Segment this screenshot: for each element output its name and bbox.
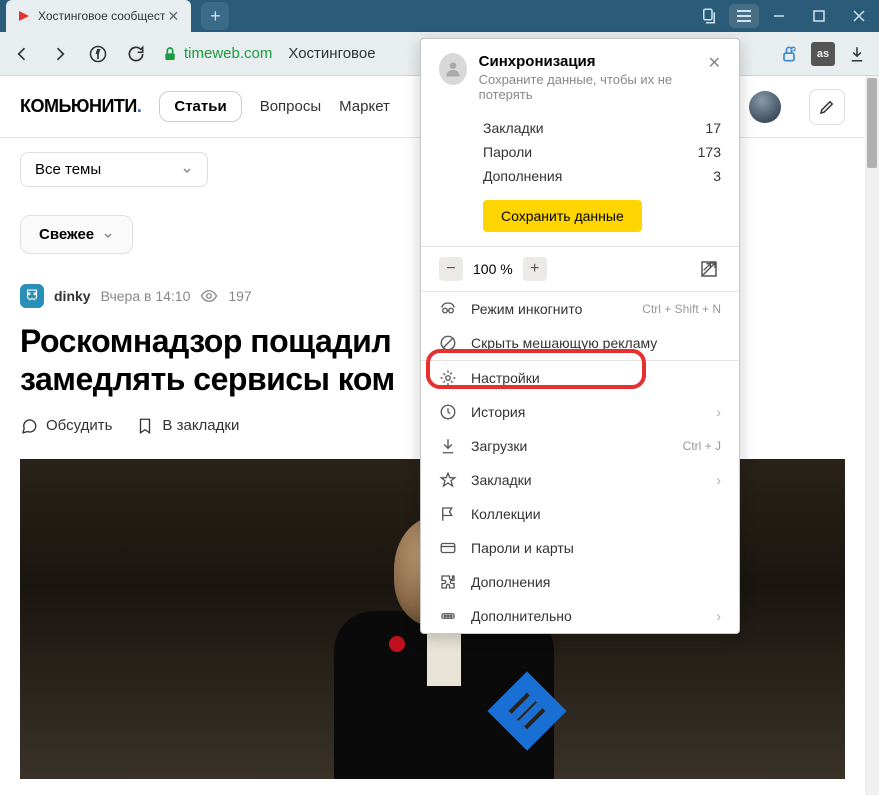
scrollbar-thumb[interactable] (867, 78, 877, 168)
menu-history[interactable]: История › (421, 395, 739, 429)
incognito-shortcut: Ctrl + Shift + N (642, 302, 721, 316)
sync-save-button[interactable]: Сохранить данные (483, 200, 642, 232)
browser-menu-button[interactable] (729, 4, 759, 28)
download-icon[interactable] (845, 42, 869, 66)
sync-passwords-label: Пароли (483, 144, 532, 160)
sync-addons-count: 3 (713, 168, 721, 184)
card-icon (439, 539, 457, 557)
browser-tab[interactable]: Хостинговое сообщест ✕ (6, 0, 191, 32)
menu-bookmarks[interactable]: Закладки › (421, 463, 739, 497)
zoom-out-button[interactable]: − (439, 257, 463, 281)
window-minimize[interactable] (759, 0, 799, 32)
tab-close-button[interactable]: ✕ (165, 8, 181, 24)
incognito-icon (439, 300, 457, 318)
comment-icon (20, 417, 38, 435)
sync-passwords-count: 173 (698, 144, 721, 160)
discuss-button[interactable]: Обсудить (20, 417, 112, 435)
fullscreen-button[interactable] (697, 257, 721, 281)
chevron-right-icon: › (716, 472, 721, 488)
download-icon (439, 437, 457, 455)
sync-avatar-icon (439, 53, 467, 85)
history-icon (439, 403, 457, 421)
lastfm-icon[interactable]: as (811, 42, 835, 66)
nav-back[interactable] (10, 42, 34, 66)
topic-filter-label: Все темы (35, 161, 101, 178)
bookmark-button[interactable]: В закладки (136, 417, 239, 435)
more-icon (439, 607, 457, 625)
sync-bookmarks-count: 17 (705, 120, 721, 136)
chevron-down-icon (181, 164, 193, 176)
browser-menu: Синхронизация Сохраните данные, чтобы их… (420, 38, 740, 634)
topic-filter[interactable]: Все темы (20, 152, 208, 187)
nav-yandex[interactable] (86, 42, 110, 66)
post-views: 197 (228, 288, 251, 304)
copy-link-button[interactable] (689, 0, 729, 32)
chevron-right-icon: › (716, 608, 721, 624)
menu-hide-ads[interactable]: Скрыть мешающую рекламу (421, 326, 739, 360)
post-author[interactable]: dinky (54, 288, 91, 304)
site-logo[interactable]: КОМЬЮНИТИ. (20, 96, 141, 117)
protect-icon[interactable] (777, 42, 801, 66)
window-maximize[interactable] (799, 0, 839, 32)
menu-incognito[interactable]: Режим инкогнито Ctrl + Shift + N (421, 292, 739, 326)
zoom-value: 100 % (473, 261, 513, 277)
scrollbar[interactable] (865, 76, 879, 795)
browser-titlebar: Хостинговое сообщест ✕ + (0, 0, 879, 32)
sync-subtitle: Сохраните данные, чтобы их не потерять (479, 72, 696, 102)
block-icon (439, 334, 457, 352)
chevron-down-icon (102, 229, 114, 241)
bookmark-icon (136, 417, 154, 435)
nav-reload[interactable] (124, 42, 148, 66)
menu-more[interactable]: Дополнительно › (421, 599, 739, 633)
url-page-title: Хостинговое (288, 45, 375, 62)
sync-close-button[interactable]: ✕ (708, 53, 721, 102)
puzzle-icon (439, 573, 457, 591)
views-icon (200, 287, 218, 305)
window-close[interactable] (839, 0, 879, 32)
post-author-avatar[interactable] (20, 284, 44, 308)
new-tab-button[interactable]: + (201, 2, 229, 30)
star-icon (439, 471, 457, 489)
lock-icon (162, 46, 178, 62)
nav-articles[interactable]: Статьи (159, 91, 241, 122)
post-time: Вчера в 14:10 (101, 288, 191, 304)
nav-forward[interactable] (48, 42, 72, 66)
menu-settings[interactable]: Настройки (421, 361, 739, 395)
sync-addons-label: Дополнения (483, 168, 562, 184)
flag-icon (439, 505, 457, 523)
nav-marketing[interactable]: Маркет (339, 98, 390, 115)
url-domain: timeweb.com (184, 45, 272, 62)
chevron-right-icon: › (716, 404, 721, 420)
menu-addons[interactable]: Дополнения (421, 565, 739, 599)
menu-downloads[interactable]: Загрузки Ctrl + J (421, 429, 739, 463)
nav-questions[interactable]: Вопросы (260, 98, 321, 115)
sync-bookmarks-label: Закладки (483, 120, 544, 136)
gear-icon (439, 369, 457, 387)
user-avatar[interactable] (749, 91, 781, 123)
menu-collections[interactable]: Коллекции (421, 497, 739, 531)
tab-favicon (16, 8, 32, 24)
zoom-section: − 100 % + (421, 247, 739, 291)
sort-dropdown[interactable]: Свежее (20, 215, 133, 254)
sync-title: Синхронизация (479, 53, 696, 70)
sort-label: Свежее (39, 226, 94, 243)
zoom-in-button[interactable]: + (523, 257, 547, 281)
tab-title: Хостинговое сообщест (38, 9, 165, 23)
sync-section: Синхронизация Сохраните данные, чтобы их… (421, 39, 739, 246)
compose-button[interactable] (809, 89, 845, 125)
downloads-shortcut: Ctrl + J (683, 439, 721, 453)
menu-passwords[interactable]: Пароли и карты (421, 531, 739, 565)
